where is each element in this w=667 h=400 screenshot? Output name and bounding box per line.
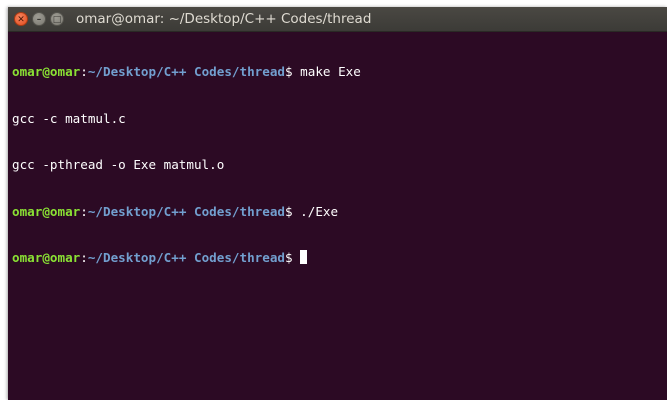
terminal-line-prompt: omar@omar:~/Desktop/C++ Codes/thread$ ./… [12, 204, 667, 220]
prompt-symbol: $ [284, 203, 293, 219]
terminal-line-prompt[interactable]: omar@omar:~/Desktop/C++ Codes/thread$ [12, 250, 667, 266]
terminal-line-prompt: omar@omar:~/Desktop/C++ Codes/thread$ ma… [12, 64, 667, 80]
terminal-line-output: gcc -pthread -o Exe matmul.o [12, 157, 225, 172]
prompt-user: omar@omar [12, 64, 81, 79]
prompt-path: ~/Desktop/C++ Codes/thread [87, 250, 285, 265]
close-icon[interactable]: ✕ [14, 12, 28, 26]
prompt-symbol: $ [284, 64, 293, 79]
command-text[interactable] [293, 250, 301, 265]
prompt-user: omar@omar [12, 203, 81, 219]
minimize-icon[interactable]: – [32, 12, 46, 26]
command-text: ./Exe [292, 203, 339, 219]
terminal-output[interactable]: omar@omar:~/Desktop/C++ Codes/thread$ ma… [12, 33, 667, 400]
prompt-separator: : [80, 203, 88, 219]
prompt-separator: : [80, 250, 88, 265]
prompt-path: ~/Desktop/C++ Codes/thread [87, 64, 285, 79]
text-cursor [300, 250, 308, 264]
prompt-path: ~/Desktop/C++ Codes/thread [87, 203, 285, 219]
prompt-user: omar@omar [12, 250, 81, 265]
title-bar[interactable]: ✕ – □ omar@omar: ~/Desktop/C++ Codes/thr… [8, 7, 667, 32]
prompt-separator: : [80, 64, 88, 79]
command-text: make Exe [292, 64, 361, 79]
maximize-icon[interactable]: □ [50, 12, 64, 26]
prompt-symbol: $ [284, 250, 293, 265]
terminal-window: ✕ – □ omar@omar: ~/Desktop/C++ Codes/thr… [8, 7, 667, 400]
terminal-line-output: gcc -c matmul.c [12, 110, 126, 126]
window-title: omar@omar: ~/Desktop/C++ Codes/thread [76, 11, 372, 27]
